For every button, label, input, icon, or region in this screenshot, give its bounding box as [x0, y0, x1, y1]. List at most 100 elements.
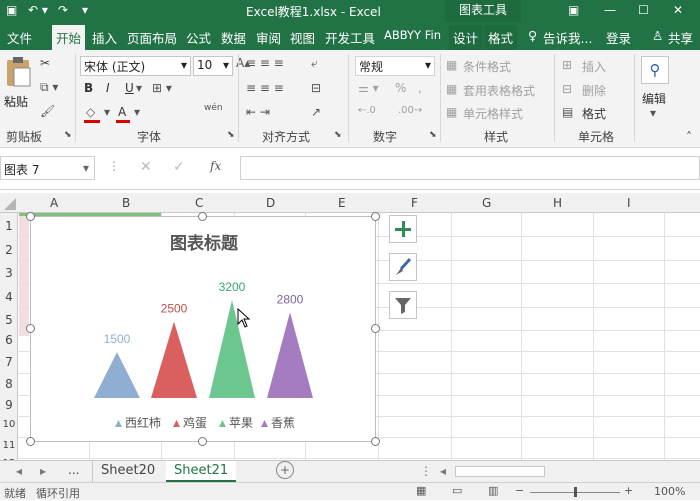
page-layout-view-icon[interactable]: ▭ — [452, 484, 462, 497]
page-break-view-icon[interactable]: ▥ — [488, 484, 498, 497]
row-header[interactable]: 9 — [0, 398, 18, 412]
phonetic-button[interactable]: wén — [204, 103, 223, 113]
orientation-icon[interactable]: ↗ — [311, 105, 321, 119]
font-color-dropdown-icon[interactable]: ▾ — [134, 105, 140, 119]
font-color-icon[interactable]: A — [118, 105, 126, 119]
row-header[interactable]: 10 — [0, 419, 18, 430]
column-header[interactable]: H — [553, 196, 562, 210]
enter-icon[interactable]: ✓ — [173, 159, 185, 175]
merge-icon[interactable]: ⊟ — [311, 81, 321, 95]
row-header[interactable]: 6 — [0, 333, 18, 347]
paste-icon[interactable] — [4, 56, 32, 88]
row-header[interactable]: 5 — [0, 313, 18, 327]
legend-entry[interactable]: 苹果 — [229, 416, 253, 430]
column-header[interactable]: E — [338, 196, 346, 210]
row-header[interactable]: 7 — [0, 355, 18, 369]
row-header[interactable]: 11 — [0, 440, 18, 451]
insert-cells-button[interactable]: 插入 — [582, 58, 606, 75]
tab-abbyy[interactable]: ABBYY Fin — [384, 28, 441, 42]
cond-format-button[interactable]: 条件格式 — [463, 58, 511, 75]
decrease-decimal-icon[interactable]: .00→ — [398, 105, 422, 116]
quick-access-icon[interactable]: ▾ — [82, 3, 88, 17]
share-icon[interactable]: ♙ — [652, 28, 663, 43]
hscroll-left-icon[interactable]: ◂ — [440, 464, 446, 478]
paste-button[interactable]: 粘贴 — [4, 93, 28, 110]
scroll-left-icon[interactable]: ◂ — [16, 464, 22, 478]
tell-me-input[interactable]: 告诉我... — [543, 28, 592, 47]
tab-developer[interactable]: 开发工具 — [325, 28, 375, 47]
sheet-tab-sheet21[interactable]: Sheet21 — [166, 461, 237, 482]
format-painter-icon[interactable]: 🖌 — [40, 104, 55, 118]
chart-filters-button[interactable] — [389, 291, 417, 319]
tab-review[interactable]: 审阅 — [256, 28, 281, 47]
zoom-in-icon[interactable]: + — [624, 484, 633, 497]
horizontal-scrollbar-thumb[interactable] — [455, 466, 545, 477]
collapse-ribbon-icon[interactable]: ˄ — [686, 130, 692, 144]
font-launcher-icon[interactable]: ⬊ — [227, 130, 235, 140]
data-label[interactable]: 3200 — [219, 280, 246, 294]
cell-style-button[interactable]: 单元格样式 — [463, 105, 523, 122]
insert-function-button[interactable]: fx — [210, 159, 221, 173]
bar-西红柿[interactable] — [94, 352, 140, 398]
tab-formulas[interactable]: 公式 — [186, 28, 211, 47]
add-sheet-button[interactable]: + — [276, 461, 294, 479]
cut-icon[interactable]: ✂ — [40, 56, 50, 70]
tab-view[interactable]: 视图 — [290, 28, 315, 47]
column-header[interactable]: D — [266, 196, 275, 210]
data-label[interactable]: 2500 — [161, 301, 188, 315]
resize-handle[interactable] — [198, 212, 207, 221]
resize-handle-icon[interactable]: ⋮ — [108, 159, 120, 173]
tab-home[interactable]: 开始 — [52, 25, 86, 50]
legend-entry[interactable]: 西红柿 — [125, 415, 161, 430]
number-launcher-icon[interactable]: ⬊ — [429, 130, 437, 140]
normal-view-icon[interactable]: ▦ — [416, 484, 426, 497]
chart-elements-button[interactable] — [389, 215, 417, 243]
indent-icon[interactable]: ⇤ ⇥ — [246, 105, 270, 119]
bar-香蕉[interactable] — [267, 312, 313, 398]
select-all-icon[interactable] — [4, 198, 16, 210]
tab-file[interactable]: 文件 — [7, 28, 32, 47]
copy-icon[interactable]: ⧉ ▾ — [40, 80, 58, 95]
ribbon-display-icon[interactable]: ▣ — [568, 3, 579, 17]
legend-marker[interactable] — [261, 420, 268, 427]
font-size-select[interactable]: 10 ▾ — [193, 56, 233, 76]
data-label[interactable]: 2800 — [277, 292, 304, 306]
number-format-select[interactable]: 常规 ▾ — [355, 56, 435, 76]
zoom-out-icon[interactable]: − — [515, 484, 524, 497]
legend-entry[interactable]: 香蕉 — [271, 416, 295, 430]
bold-button[interactable]: B — [84, 81, 93, 95]
search-icon[interactable]: ⚲ — [641, 56, 669, 84]
tab-design[interactable]: 设计 — [449, 25, 483, 50]
italic-button[interactable]: I — [106, 81, 110, 95]
column-header[interactable]: C — [195, 196, 203, 210]
fill-color-dropdown-icon[interactable]: ▾ — [104, 105, 110, 119]
increase-decimal-icon[interactable]: ←.0 — [358, 105, 376, 116]
bar-鸡蛋[interactable] — [151, 321, 197, 398]
legend-marker[interactable] — [173, 420, 180, 427]
name-box[interactable]: 图表 7 ▾ — [0, 156, 95, 180]
close-icon[interactable]: ✕ — [673, 3, 683, 17]
font-name-select[interactable]: 宋体 (正文) ▾ — [80, 56, 191, 76]
data-label[interactable]: 1500 — [104, 332, 131, 346]
legend-marker[interactable] — [219, 420, 226, 427]
legend-marker[interactable] — [115, 420, 122, 427]
minimize-icon[interactable]: — — [604, 3, 616, 17]
save-icon[interactable]: ▣ — [6, 3, 17, 17]
chart-styles-button[interactable] — [389, 253, 417, 281]
redo-icon[interactable]: ↷ — [58, 3, 68, 17]
chart-title[interactable]: 图表标题 — [170, 233, 239, 253]
border-icon[interactable]: ⊞ ▾ — [152, 81, 172, 95]
split-handle-icon[interactable]: ⋮ — [420, 464, 432, 478]
undo-icon[interactable]: ↶ ▾ — [28, 3, 48, 17]
login-link[interactable]: 登录 — [606, 28, 631, 47]
column-header[interactable]: G — [482, 196, 491, 210]
resize-handle[interactable] — [26, 324, 35, 333]
resize-handle[interactable] — [371, 212, 380, 221]
row-header[interactable]: 1 — [0, 219, 18, 233]
table-format-button[interactable]: 套用表格格式 — [463, 82, 535, 99]
row-header[interactable]: 4 — [0, 290, 18, 304]
chart-plot[interactable]: 图表标题 1500 2500 3200 2800 西红柿 鸡蛋 苹果 香蕉 — [31, 217, 377, 443]
resize-handle[interactable] — [371, 324, 380, 333]
column-header[interactable]: B — [122, 196, 130, 210]
scroll-right-icon[interactable]: ▸ — [40, 464, 46, 478]
